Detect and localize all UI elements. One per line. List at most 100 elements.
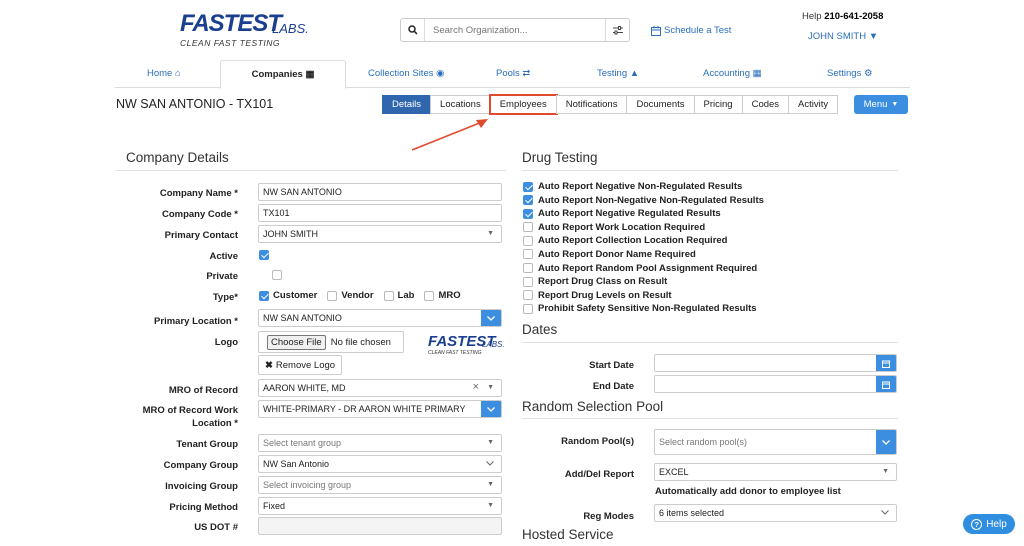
private-checkbox[interactable]: [271, 270, 282, 281]
tab-settings[interactable]: Settings ⚙: [827, 68, 873, 79]
subtab-details[interactable]: Details: [382, 95, 432, 114]
schedule-test-link[interactable]: Schedule a Test: [651, 25, 731, 36]
drug-option[interactable]: Auto Report Negative Non-Regulated Resul…: [523, 181, 764, 192]
drug-option[interactable]: Auto Report Non-Negative Non-Regulated R…: [523, 195, 764, 206]
company-name-field[interactable]: NW SAN ANTONIO: [258, 183, 502, 201]
checkbox[interactable]: [523, 290, 533, 301]
drug-option-label: Prohibit Safety Sensitive Non-Regulated …: [538, 303, 757, 315]
company-subtabs: Details Locations Employees Notification…: [382, 94, 839, 115]
random-pools-select[interactable]: Select random pool(s): [654, 429, 897, 455]
checkbox[interactable]: [523, 303, 533, 314]
type-options: Customer Vendor Lab MRO: [259, 290, 471, 301]
subtab-pricing[interactable]: Pricing: [693, 95, 743, 114]
type-customer[interactable]: Customer: [259, 290, 317, 301]
primary-location-value: NW SAN ANTONIO: [263, 313, 342, 323]
checkbox[interactable]: [327, 290, 338, 301]
subtab-documents[interactable]: Documents: [626, 95, 695, 114]
flask-icon: ▲: [629, 68, 640, 79]
private-label: Private: [206, 271, 238, 282]
random-pool-heading: Random Selection Pool: [522, 399, 664, 414]
filter-icon[interactable]: [605, 19, 629, 41]
pricing-method-select[interactable]: Fixed ▼: [258, 497, 502, 515]
drug-option-label: Auto Report Negative Non-Regulated Resul…: [538, 181, 743, 192]
page-title: NW SAN ANTONIO - TX101: [116, 97, 274, 111]
type-mro[interactable]: MRO: [424, 290, 461, 301]
divider: [116, 170, 506, 171]
checkbox[interactable]: [523, 235, 533, 246]
checkbox[interactable]: [523, 249, 533, 260]
primary-contact-label: Primary Contact: [164, 230, 238, 241]
help-prefix: Help: [802, 11, 822, 22]
help-button[interactable]: ? Help: [963, 514, 1015, 534]
checkbox[interactable]: [523, 263, 533, 274]
subtab-codes[interactable]: Codes: [741, 95, 790, 114]
search-input[interactable]: [425, 24, 605, 36]
tab-home[interactable]: Home ⌂: [147, 68, 181, 79]
checkbox[interactable]: [383, 290, 394, 301]
calendar-icon[interactable]: [876, 355, 896, 371]
company-code-field[interactable]: TX101: [258, 204, 502, 222]
dropdown-button[interactable]: [481, 310, 501, 326]
schedule-test-label: Schedule a Test: [664, 25, 732, 36]
drug-option[interactable]: Auto Report Random Pool Assignment Requi…: [523, 263, 764, 274]
usdot-field[interactable]: [258, 517, 502, 535]
checkbox[interactable]: [523, 222, 533, 233]
type-lab[interactable]: Lab: [383, 290, 414, 301]
caret-down-icon: ▼: [487, 230, 494, 237]
subtab-locations[interactable]: Locations: [430, 95, 491, 114]
mro-work-select[interactable]: WHITE-PRIMARY - DR AARON WHITE PRIMARY: [258, 400, 502, 418]
active-checkbox[interactable]: [259, 250, 269, 261]
drug-option[interactable]: Auto Report Donor Name Required: [523, 249, 764, 260]
subtab-notifications[interactable]: Notifications: [555, 95, 628, 114]
drug-option[interactable]: Auto Report Negative Regulated Results: [523, 208, 764, 219]
logo-file-input[interactable]: Choose File No file chosen: [258, 331, 404, 353]
user-menu[interactable]: JOHN SMITH ▼: [808, 31, 878, 42]
user-name: JOHN SMITH: [808, 31, 867, 42]
drug-option[interactable]: Report Drug Class on Result: [523, 276, 764, 287]
subtab-activity[interactable]: Activity: [788, 95, 839, 114]
subtab-employees[interactable]: Employees: [488, 94, 558, 115]
question-icon: ?: [971, 518, 983, 530]
drug-option[interactable]: Auto Report Collection Location Required: [523, 235, 764, 246]
logo-labs: LABS.: [272, 21, 309, 36]
checkbox[interactable]: [424, 290, 435, 301]
tab-testing[interactable]: Testing ▲: [597, 68, 639, 79]
dropdown-button[interactable]: [876, 430, 896, 454]
no-file-text: No file chosen: [330, 336, 391, 348]
primary-location-select[interactable]: NW SAN ANTONIO: [258, 309, 502, 327]
drug-option[interactable]: Prohibit Safety Sensitive Non-Regulated …: [523, 303, 764, 314]
organization-search[interactable]: [400, 18, 630, 42]
search-icon[interactable]: [401, 19, 425, 41]
drug-option[interactable]: Report Drug Levels on Result: [523, 290, 764, 301]
remove-logo-button[interactable]: ✖ Remove Logo: [258, 355, 342, 375]
end-date-field[interactable]: [654, 375, 897, 393]
menu-button[interactable]: Menu ▼: [854, 95, 908, 114]
company-group-select[interactable]: NW San Antonio: [258, 455, 502, 473]
tab-accounting[interactable]: Accounting ▦: [703, 68, 762, 79]
reg-modes-select[interactable]: 6 items selected: [654, 504, 897, 522]
primary-contact-select[interactable]: JOHN SMITH ▼: [258, 225, 502, 243]
invoicing-group-select[interactable]: Select invoicing group ▼: [258, 476, 502, 494]
type-vendor[interactable]: Vendor: [327, 290, 374, 301]
divider: [522, 170, 898, 171]
checkbox[interactable]: [523, 276, 533, 287]
clear-icon[interactable]: ×: [473, 381, 479, 393]
reg-modes-label: Reg Modes: [583, 511, 634, 522]
mro-select[interactable]: AARON WHITE, MD × ▼: [258, 379, 502, 397]
add-del-report-select[interactable]: EXCEL ▼: [654, 463, 897, 481]
tab-collection-sites[interactable]: Collection Sites ◉: [368, 68, 444, 79]
choose-file-button[interactable]: Choose File: [267, 334, 326, 350]
tab-pools[interactable]: Pools ⇄: [496, 68, 530, 79]
checkbox[interactable]: [259, 290, 269, 301]
dropdown-button[interactable]: [481, 401, 501, 417]
checkbox[interactable]: [523, 181, 533, 192]
tab-companies[interactable]: Companies ▦: [220, 60, 346, 89]
checkbox[interactable]: [523, 195, 533, 206]
calendar-icon[interactable]: [876, 376, 896, 392]
fastest-labs-logo[interactable]: FASTEST LABS. CLEAN FAST TESTING: [180, 10, 320, 50]
start-date-field[interactable]: [654, 354, 897, 372]
checkbox[interactable]: [523, 208, 533, 219]
drug-option-label: Report Drug Levels on Result: [538, 289, 672, 301]
drug-option[interactable]: Auto Report Work Location Required: [523, 222, 764, 233]
tenant-group-select[interactable]: Select tenant group ▼: [258, 434, 502, 452]
